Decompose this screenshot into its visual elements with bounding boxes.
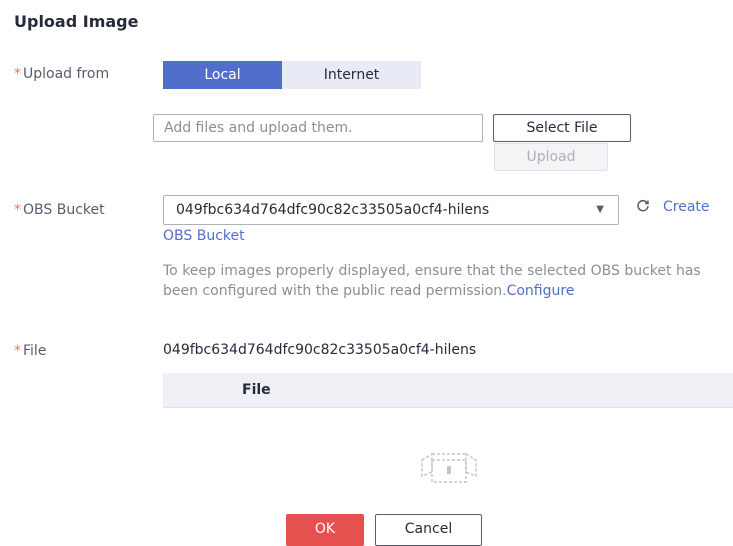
select-file-button[interactable]: Select File <box>493 114 631 142</box>
create-obs-bucket-link-continued[interactable]: OBS Bucket <box>163 228 245 244</box>
required-mark: * <box>14 343 21 359</box>
obs-bucket-selected-value: 049fbc634d764dfc90c82c33505a0cf4-hilens <box>176 202 490 218</box>
file-label: * File <box>14 343 47 359</box>
dialog-title: Upload Image <box>14 12 139 31</box>
upload-source-toggle[interactable]: Local Internet <box>163 61 421 89</box>
obs-bucket-label: * OBS Bucket <box>14 202 105 218</box>
ok-button[interactable]: OK <box>286 514 364 546</box>
configure-link[interactable]: Configure <box>507 283 575 299</box>
file-value: 049fbc634d764dfc90c82c33505a0cf4-hilens <box>163 342 477 358</box>
table-header: File <box>163 373 733 408</box>
obs-bucket-select[interactable]: 049fbc634d764dfc90c82c33505a0cf4-hilens … <box>163 195 619 225</box>
file-table: File <box>163 373 733 408</box>
option-local[interactable]: Local <box>163 61 282 89</box>
required-mark: * <box>14 202 21 218</box>
upload-button[interactable]: Upload <box>494 143 608 171</box>
create-obs-bucket-link[interactable]: Create <box>663 199 710 215</box>
file-path-input[interactable]: Add files and upload them. <box>153 114 483 142</box>
upload-from-label: * Upload from <box>14 66 110 82</box>
required-mark: * <box>14 66 21 82</box>
column-header-file: File <box>242 382 271 398</box>
empty-box-icon <box>418 446 486 486</box>
cancel-button[interactable]: Cancel <box>375 514 482 546</box>
refresh-icon[interactable] <box>636 198 650 217</box>
option-internet[interactable]: Internet <box>282 61 421 89</box>
obs-bucket-help-text: To keep images properly displayed, ensur… <box>163 263 701 299</box>
dropdown-caret-icon: ▼ <box>596 204 604 215</box>
